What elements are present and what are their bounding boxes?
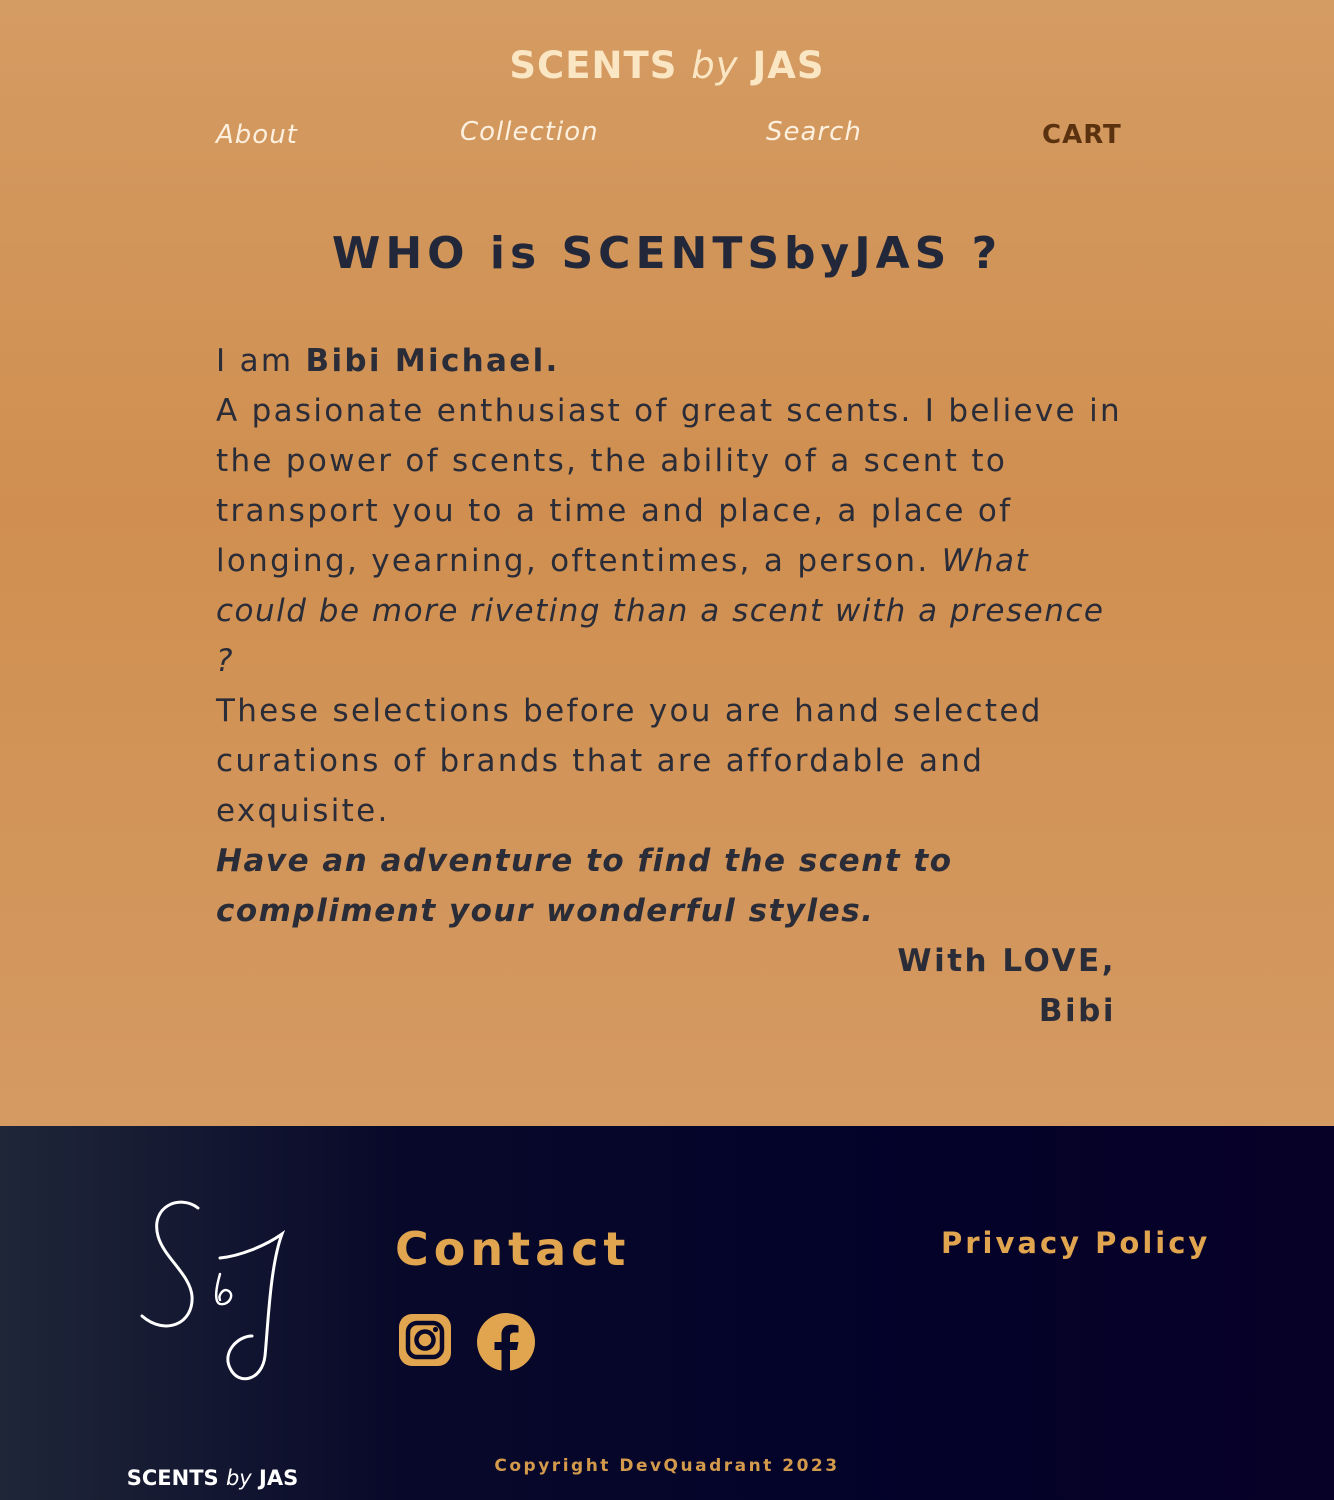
tagline: Have an adventure to find the scent to c…: [216, 843, 953, 929]
intro-name: Bibi Michael.: [305, 343, 560, 379]
nav-collection-link[interactable]: Collection: [460, 117, 599, 147]
page-heading: WHO is SCENTSbyJAS ?: [331, 228, 1003, 279]
intro-line: I am Bibi Michael.: [216, 336, 1126, 386]
instagram-link[interactable]: [397, 1312, 457, 1372]
facebook-icon: [477, 1313, 535, 1371]
privacy-policy-link[interactable]: Privacy Policy: [941, 1226, 1210, 1260]
contact-heading: Contact: [395, 1222, 631, 1276]
site-footer: SCENTS by JAS Contact Privacy Policy Cop…: [0, 1126, 1334, 1500]
signoff-name: Bibi: [1038, 993, 1116, 1029]
nav-about-link[interactable]: About: [216, 120, 298, 150]
brand-title-by: by: [691, 44, 739, 87]
copyright-text: Copyright DevQuadrant 2023: [494, 1456, 840, 1476]
paragraph-passion: A pasionate enthusiast of great scents. …: [216, 386, 1126, 686]
nav-search-link[interactable]: Search: [766, 117, 862, 147]
footer-logo[interactable]: SCENTS by JAS: [120, 1196, 305, 1490]
brand-title-jas: JAS: [752, 44, 825, 87]
signoff-love: With LOVE,: [897, 943, 1116, 979]
about-text: I am Bibi Michael. A pasionate enthusias…: [216, 336, 1126, 1036]
monogram-logo-icon: [140, 1200, 286, 1381]
intro-prefix: I am: [216, 343, 306, 379]
paragraph-selections: These selections before you are hand sel…: [216, 693, 1043, 829]
about-section: SCENTS by JAS About Collection Search CA…: [0, 0, 1334, 1126]
nav-cart-link[interactable]: CART: [1042, 120, 1122, 150]
facebook-link[interactable]: [475, 1312, 535, 1372]
brand-title[interactable]: SCENTS by JAS: [0, 44, 1334, 87]
instagram-icon: [399, 1314, 451, 1366]
brand-title-scents: SCENTS: [509, 44, 678, 87]
